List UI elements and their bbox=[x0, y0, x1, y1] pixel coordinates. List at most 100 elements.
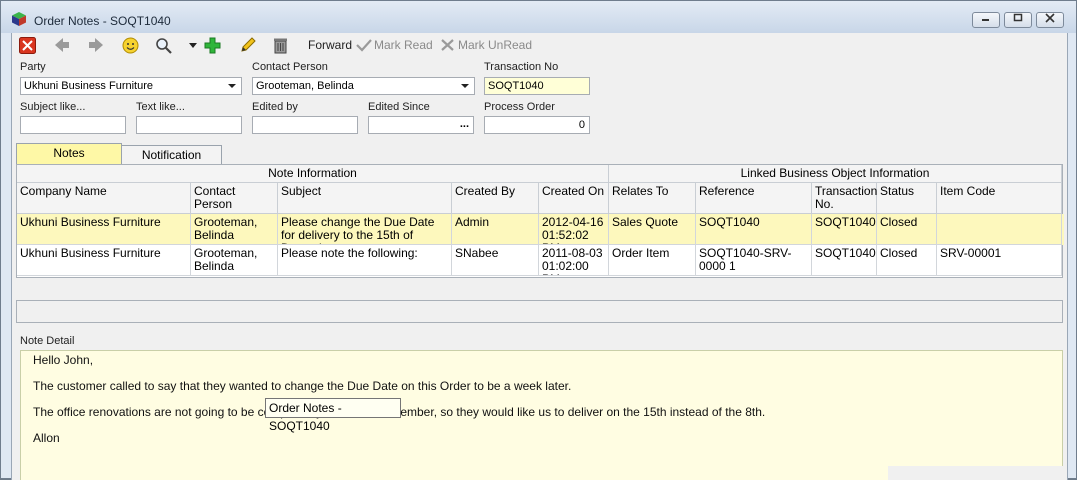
mark-read-button[interactable]: Mark Read bbox=[356, 36, 433, 54]
mark-unread-button[interactable]: Mark UnRead bbox=[440, 36, 532, 54]
cell-contact: Grooteman, Belinda bbox=[191, 214, 278, 245]
note-line: The customer called to say that they wan… bbox=[33, 379, 572, 393]
contact-person-value: Grooteman, Belinda bbox=[256, 80, 354, 92]
order-notes-window: Order Notes - SOQT1040 Forward Mark Read… bbox=[0, 0, 1077, 480]
delete-note-button[interactable] bbox=[273, 36, 288, 54]
column-header-contact[interactable]: Contact Person bbox=[191, 183, 278, 214]
edited-by-input[interactable] bbox=[252, 116, 358, 134]
mark-read-label: Mark Read bbox=[374, 38, 433, 52]
arrow-right-icon bbox=[89, 38, 103, 52]
back-button[interactable] bbox=[54, 36, 70, 54]
group-header-linked-info: Linked Business Object Information bbox=[609, 165, 1062, 183]
plus-icon bbox=[204, 37, 221, 53]
cell-company: Ukhuni Business Furniture bbox=[17, 214, 191, 245]
text-like-input[interactable] bbox=[136, 116, 242, 134]
pencil-icon bbox=[241, 36, 256, 52]
text-like-label: Text like... bbox=[136, 101, 185, 113]
note-detail-label: Note Detail bbox=[20, 335, 75, 347]
smiley-icon bbox=[122, 37, 139, 53]
cell-created-by: Admin bbox=[452, 214, 539, 245]
edited-by-label: Edited by bbox=[252, 101, 298, 113]
cell-item-code: SRV-00001 bbox=[937, 245, 1062, 276]
chevron-down-icon bbox=[228, 84, 236, 88]
notes-grid[interactable]: Note Information Linked Business Object … bbox=[16, 164, 1064, 278]
status-corner bbox=[888, 466, 1067, 480]
exit-button[interactable] bbox=[19, 36, 36, 54]
column-header-created-on[interactable]: Created On bbox=[539, 183, 609, 214]
column-header-item-code[interactable]: Item Code bbox=[937, 183, 1062, 214]
cell-contact: Grooteman, Belinda bbox=[191, 245, 278, 276]
title-bar[interactable]: Order Notes - SOQT1040 bbox=[1, 1, 1076, 33]
arrow-left-icon bbox=[55, 38, 69, 52]
search-icon bbox=[156, 37, 172, 54]
transaction-no-value: SOQT1040 bbox=[488, 80, 544, 92]
window-title: Order Notes - SOQT1040 bbox=[34, 14, 171, 28]
cell-item-code bbox=[937, 214, 1062, 245]
party-value: Ukhuni Business Furniture bbox=[24, 80, 154, 92]
cell-transaction-no: SOQT1040 bbox=[812, 245, 877, 276]
checkmark-icon bbox=[356, 39, 372, 52]
trash-icon bbox=[274, 38, 287, 53]
cell-created-by: SNabee bbox=[452, 245, 539, 276]
next-button[interactable] bbox=[88, 36, 104, 54]
cell-transaction-no: SOQT1040 bbox=[812, 214, 877, 245]
forward-label: Forward bbox=[308, 38, 353, 52]
cell-company: Ukhuni Business Furniture bbox=[17, 245, 191, 276]
party-label: Party bbox=[20, 61, 46, 73]
date-picker-button[interactable]: ... bbox=[460, 117, 469, 132]
tab-notification-label: Notification bbox=[141, 148, 202, 162]
column-header-relates-to[interactable]: Relates To bbox=[609, 183, 696, 214]
app-cube-icon bbox=[12, 12, 26, 26]
column-header-reference[interactable]: Reference bbox=[696, 183, 812, 214]
tab-notes[interactable]: Notes bbox=[16, 143, 122, 165]
cell-created-on: 2012-04-16 01:52:02 PM bbox=[539, 214, 609, 245]
minimize-icon bbox=[982, 19, 989, 21]
search-button[interactable] bbox=[155, 36, 173, 54]
close-window-button[interactable] bbox=[1036, 12, 1064, 28]
cell-reference: SOQT1040 bbox=[696, 214, 812, 245]
search-dropdown-button[interactable] bbox=[189, 36, 197, 54]
cell-created-on: 2011-08-03 01:02:00 PM bbox=[539, 245, 609, 276]
grid-footer-panel bbox=[16, 300, 1063, 323]
minimize-button[interactable] bbox=[972, 12, 1000, 28]
transaction-no-field[interactable]: SOQT1040 bbox=[484, 77, 590, 95]
forward-button[interactable]: Forward bbox=[308, 36, 352, 54]
add-note-button[interactable] bbox=[204, 36, 221, 54]
process-order-value: 0 bbox=[578, 119, 585, 131]
column-header-subject[interactable]: Subject bbox=[278, 183, 452, 214]
transaction-no-label: Transaction No bbox=[484, 61, 559, 73]
tab-notes-label: Notes bbox=[53, 146, 85, 160]
process-order-input[interactable]: 0 bbox=[484, 116, 590, 134]
column-header-transaction-no[interactable]: Transaction No. bbox=[812, 183, 877, 214]
note-line: Hello John, bbox=[33, 353, 94, 367]
maximize-button[interactable] bbox=[1004, 12, 1032, 28]
tab-notification[interactable]: Notification bbox=[121, 145, 222, 165]
edited-since-input[interactable]: ... bbox=[368, 116, 474, 134]
column-header-company[interactable]: Company Name bbox=[17, 183, 191, 214]
toolbar: Forward Mark Read Mark UnRead bbox=[12, 33, 1067, 57]
note-line: Allon bbox=[33, 431, 60, 445]
edit-note-button[interactable] bbox=[239, 36, 256, 54]
maximize-icon bbox=[1013, 13, 1023, 22]
note-detail-text[interactable]: Hello John, The customer called to say t… bbox=[20, 350, 1063, 480]
x-mark-icon bbox=[441, 39, 454, 51]
column-header-created-by[interactable]: Created By bbox=[452, 183, 539, 214]
cell-relates-to: Order Item bbox=[609, 245, 696, 276]
party-select[interactable]: Ukhuni Business Furniture bbox=[20, 77, 242, 95]
column-header-status[interactable]: Status bbox=[877, 183, 937, 214]
cell-subject: Please change the Due Date for delivery … bbox=[278, 214, 452, 245]
contact-person-select[interactable]: Grooteman, Belinda bbox=[252, 77, 475, 95]
close-red-icon bbox=[19, 36, 36, 54]
client-area: Forward Mark Read Mark UnRead Party Ukhu… bbox=[11, 33, 1068, 480]
subject-like-input[interactable] bbox=[20, 116, 126, 134]
subject-like-label: Subject like... bbox=[20, 101, 86, 113]
smiley-button[interactable] bbox=[122, 36, 139, 54]
cell-subject: Please note the following: bbox=[278, 245, 452, 276]
group-header-note-info: Note Information bbox=[17, 165, 609, 183]
close-icon bbox=[1045, 13, 1055, 23]
cell-status: Closed bbox=[877, 245, 937, 276]
tooltip: Order Notes - SOQT1040 bbox=[265, 398, 401, 433]
cell-status: Closed bbox=[877, 214, 937, 245]
contact-person-label: Contact Person bbox=[252, 61, 328, 73]
cell-reference: SOQT1040-SRV-0000 1 bbox=[696, 245, 812, 276]
